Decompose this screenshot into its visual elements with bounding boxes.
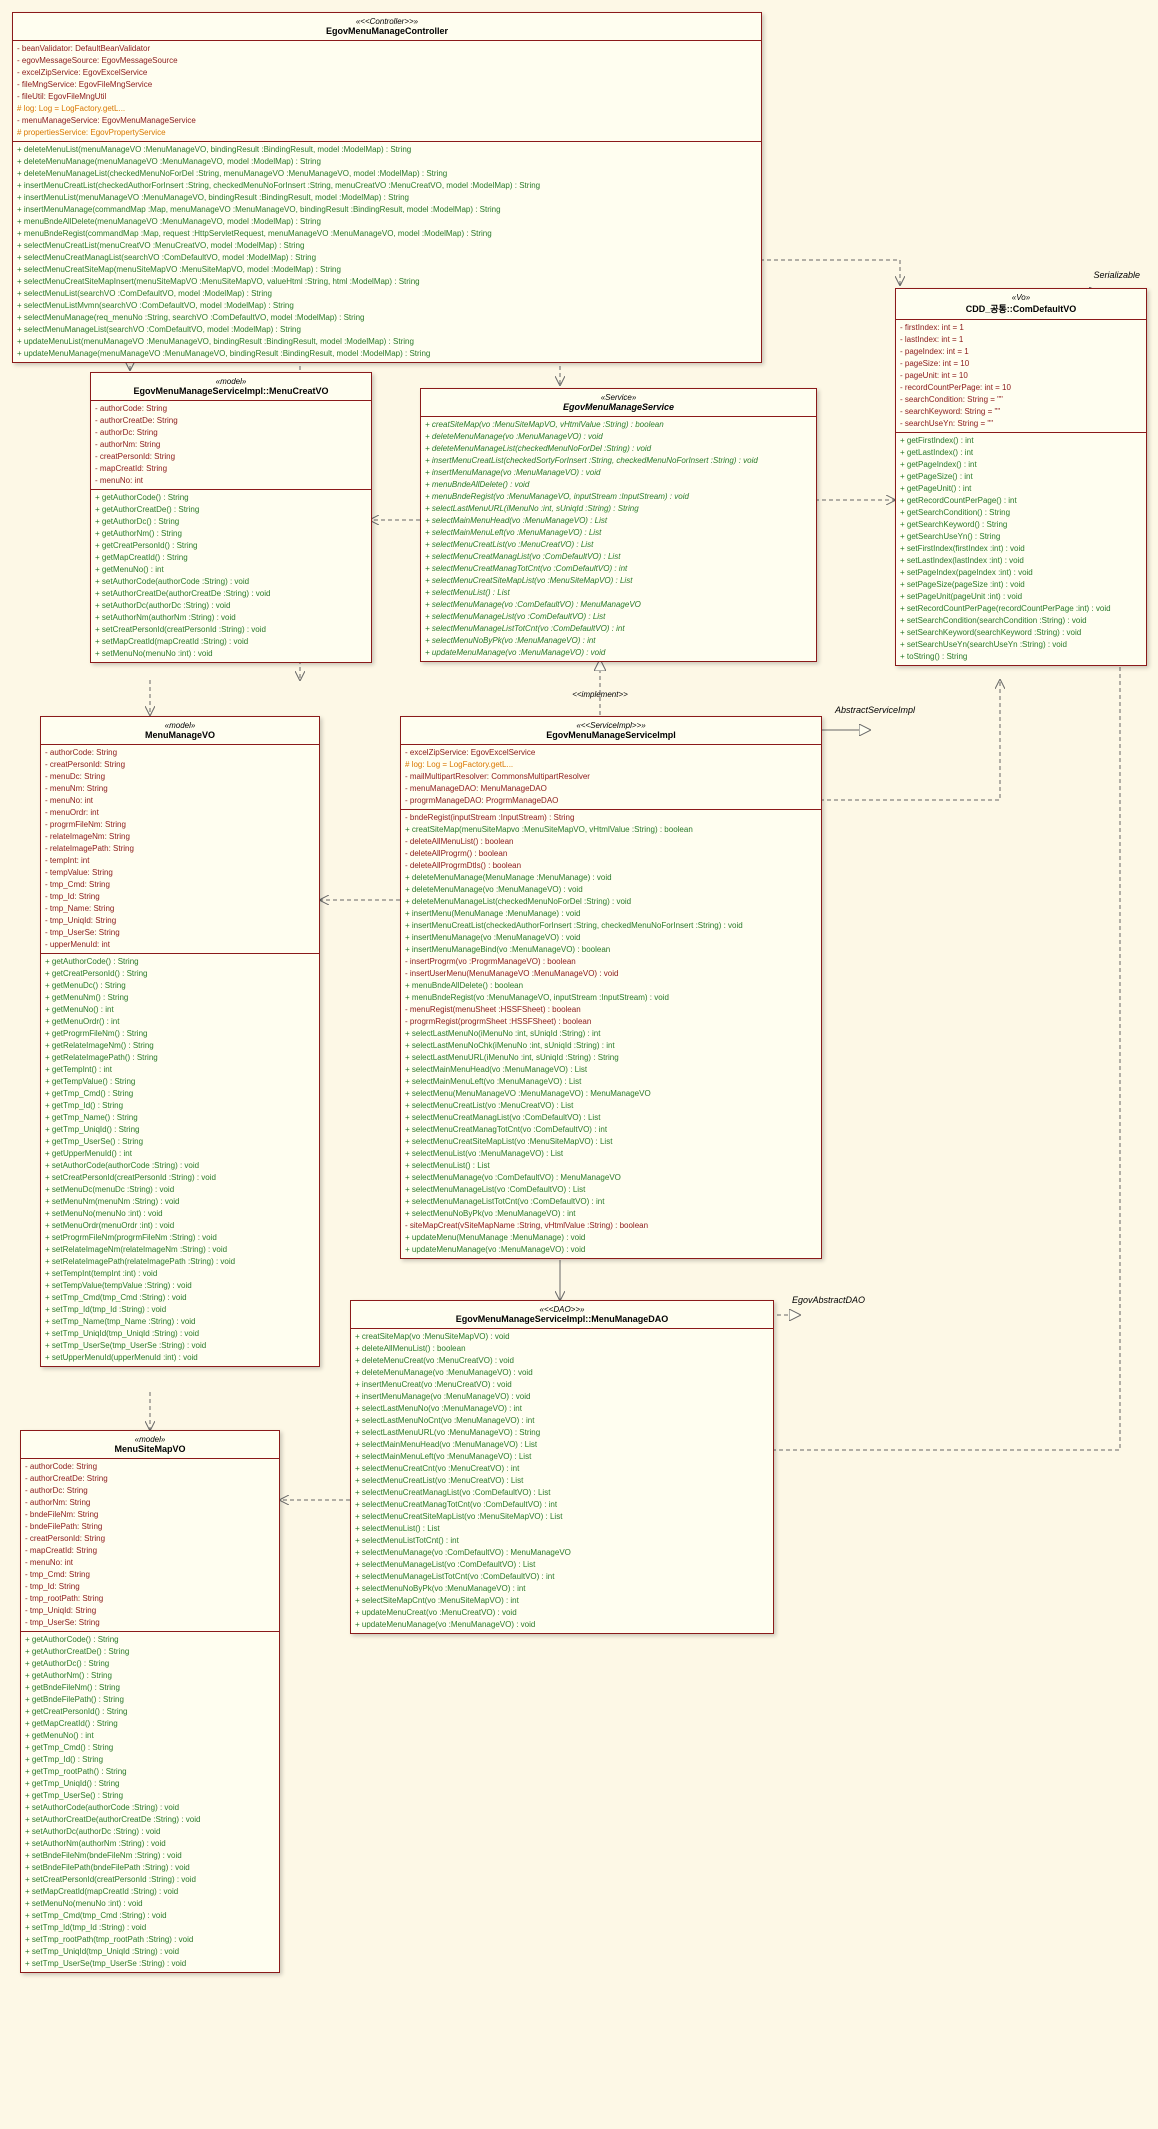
menucreatvo-class: «model» EgovMenuManageServiceImpl::MenuC… bbox=[90, 372, 372, 663]
dao-class: «<<DAO>>» EgovMenuManageServiceImpl::Men… bbox=[350, 1300, 774, 1634]
menumanagevo-class: «model» MenuManageVO - authorCode: Strin… bbox=[40, 716, 320, 1367]
serviceimpl-class: «<<ServiceImpl>>» EgovMenuManageServiceI… bbox=[400, 716, 822, 1259]
dao-header: «<<DAO>>» EgovMenuManageServiceImpl::Men… bbox=[351, 1301, 773, 1329]
comdefaultvo-header: «Vo» CDD_공통::ComDefaultVO bbox=[896, 289, 1146, 320]
controller-class: «<<Controller>>» EgovMenuManageControlle… bbox=[12, 12, 762, 363]
menucreatvo-header: «model» EgovMenuManageServiceImpl::MenuC… bbox=[91, 373, 371, 401]
menumanagevo-header: «model» MenuManageVO bbox=[41, 717, 319, 745]
comdefaultvo-class: «Vo» CDD_공통::ComDefaultVO - firstIndex: … bbox=[895, 288, 1147, 666]
serviceimpl-header: «<<ServiceImpl>>» EgovMenuManageServiceI… bbox=[401, 717, 821, 745]
service-header: «Service» EgovMenuManageService bbox=[421, 389, 816, 417]
controller-header: «<<Controller>>» EgovMenuManageControlle… bbox=[13, 13, 761, 41]
menusitemapvo-header: «model» MenuSiteMapVO bbox=[21, 1431, 279, 1459]
serializable-label: Serializable bbox=[1070, 270, 1140, 280]
abstractserviceimpl-label: AbstractServiceImpl bbox=[825, 705, 915, 715]
egovabstractdao-label: EgovAbstractDAO bbox=[775, 1295, 865, 1305]
implement-label: <<implement>> bbox=[540, 690, 660, 699]
menusitemapvo-class: «model» MenuSiteMapVO - authorCode: Stri… bbox=[20, 1430, 280, 1973]
service-class: «Service» EgovMenuManageService + creatS… bbox=[420, 388, 817, 662]
